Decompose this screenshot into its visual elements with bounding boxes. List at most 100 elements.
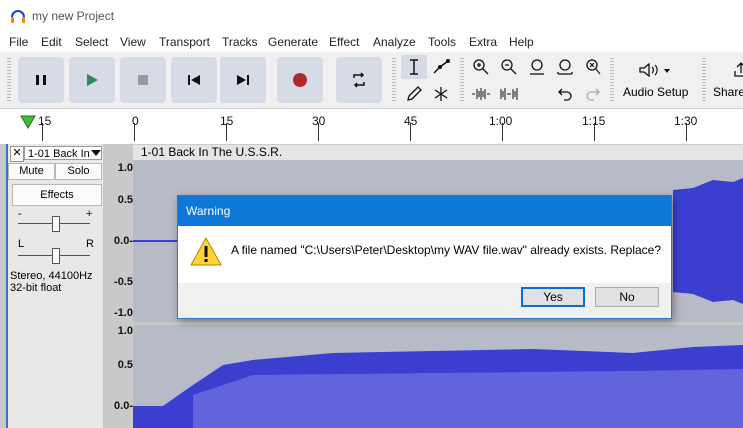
menu-edit[interactable]: Edit: [41, 35, 62, 49]
zoom-fit-icon: [557, 59, 573, 75]
pan-slider-thumb[interactable]: [52, 248, 60, 264]
toolbar-grip[interactable]: [7, 58, 11, 102]
silence-icon: [500, 88, 518, 100]
ruler-tick: [594, 123, 595, 141]
track-control-panel: ✕ 1-01 Back In Mute Solo Effects - + L R…: [6, 144, 103, 428]
ruler-tick: [686, 123, 687, 141]
envelope-tool[interactable]: [428, 55, 454, 79]
zoom-selection-icon: [530, 59, 544, 75]
multi-tool[interactable]: [428, 82, 454, 106]
amplitude-label: 0.5: [117, 194, 133, 206]
menu-generate[interactable]: Generate: [268, 35, 318, 49]
pause-button[interactable]: [18, 57, 64, 103]
menu-extra[interactable]: Extra: [469, 35, 497, 49]
record-button[interactable]: [277, 57, 323, 103]
menu-tracks[interactable]: Tracks: [222, 35, 258, 49]
envelope-icon: [433, 59, 450, 74]
record-icon: [293, 73, 307, 87]
dialog-title[interactable]: Warning: [178, 196, 671, 226]
track-format-rate: Stereo, 44100Hz: [10, 270, 93, 282]
share-label: Share: [713, 85, 743, 99]
stop-icon: [138, 75, 148, 85]
amplitude-label: 0.0-: [114, 235, 133, 247]
trim-icon: [472, 88, 490, 100]
ruler-tick: [502, 123, 503, 141]
amplitude-label: -0.5: [114, 276, 133, 288]
menu-analyze[interactable]: Analyze: [373, 35, 416, 49]
pencil-icon: [407, 86, 422, 101]
zoom-toggle-button[interactable]: [580, 55, 606, 79]
ruler-label: 1:00: [489, 114, 513, 128]
audio-setup-button[interactable]: Audio Setup: [618, 55, 696, 105]
zoom-in-button[interactable]: [468, 55, 494, 79]
zoom-in-icon: [473, 59, 489, 75]
yes-button[interactable]: Yes: [521, 287, 585, 307]
play-head-icon[interactable]: [20, 115, 36, 129]
clip-title-bar[interactable]: 1-01 Back In The U.S.S.R.: [133, 145, 743, 160]
close-track-button[interactable]: ✕: [10, 146, 24, 162]
waveform-channel-right[interactable]: [133, 325, 743, 428]
skip-end-icon: [237, 75, 249, 85]
zoom-out-button[interactable]: [496, 55, 522, 79]
play-button[interactable]: [69, 57, 115, 103]
silence-audio-button[interactable]: [496, 82, 522, 106]
window-title: my new Project: [32, 9, 115, 23]
play-icon: [87, 74, 98, 86]
share-icon: [734, 62, 743, 77]
menu-effect[interactable]: Effect: [329, 35, 359, 49]
effects-button[interactable]: Effects: [12, 184, 102, 206]
amplitude-label: 1.0: [117, 325, 133, 337]
warning-dialog: Warning A file named "C:\Users\Peter\Des…: [177, 195, 672, 319]
ruler-tick: [134, 123, 135, 141]
warning-icon: [190, 236, 222, 266]
fit-project-button[interactable]: [552, 55, 578, 79]
ruler-label: 0: [132, 114, 139, 128]
menu-bar: File Edit Select View Transport Tracks G…: [0, 32, 743, 52]
undo-icon: [558, 88, 572, 101]
toolbar-grip[interactable]: [392, 58, 396, 102]
undo-button[interactable]: [552, 82, 578, 106]
text-cursor-icon: [410, 59, 418, 75]
clip-title: 1-01 Back In The U.S.S.R.: [141, 145, 283, 159]
no-button[interactable]: No: [595, 287, 659, 307]
menu-select[interactable]: Select: [75, 35, 108, 49]
zoom-out-icon: [501, 59, 517, 75]
redo-button[interactable]: [580, 82, 606, 106]
skip-to-end-button[interactable]: [220, 57, 266, 103]
mute-button[interactable]: Mute: [8, 163, 55, 180]
amplitude-label: 1.0: [117, 162, 133, 174]
amplitude-label: 0.5: [117, 359, 133, 371]
selection-tool[interactable]: [401, 55, 427, 79]
amplitude-label: -1.0: [114, 307, 133, 319]
menu-transport[interactable]: Transport: [159, 35, 210, 49]
share-audio-button[interactable]: Share: [710, 55, 743, 105]
track-format-bits: 32-bit float: [10, 282, 62, 294]
amplitude-label: 0.0-: [114, 400, 133, 412]
solo-button[interactable]: Solo: [55, 163, 102, 180]
menu-view[interactable]: View: [120, 35, 146, 49]
track-name: 1-01 Back In: [28, 148, 90, 160]
menu-help[interactable]: Help: [509, 35, 534, 49]
ruler-tick: [226, 123, 227, 141]
toolbar-grip[interactable]: [702, 58, 706, 102]
toolbar-grip[interactable]: [460, 58, 464, 102]
skip-to-start-button[interactable]: [171, 57, 217, 103]
loop-button[interactable]: [336, 57, 382, 103]
fit-selection-button[interactable]: [524, 55, 550, 79]
draw-tool[interactable]: [401, 82, 427, 106]
zoom-toggle-icon: [586, 59, 601, 75]
stop-button[interactable]: [120, 57, 166, 103]
gain-min-label: -: [18, 208, 22, 220]
toolbar-grip[interactable]: [610, 58, 614, 102]
gain-max-label: +: [86, 208, 93, 220]
dialog-body: A file named "C:\Users\Peter\Desktop\my …: [178, 226, 671, 283]
redo-icon: [586, 88, 600, 101]
audacity-logo-icon: [11, 10, 25, 23]
pan-left-label: L: [18, 238, 25, 250]
menu-file[interactable]: File: [9, 35, 28, 49]
timeline-ruler[interactable]: 15 0 15 30 45 1:00 1:15 1:30: [0, 109, 743, 145]
trim-audio-button[interactable]: [468, 82, 494, 106]
waveform-right-graphic: [133, 345, 743, 428]
menu-tools[interactable]: Tools: [428, 35, 456, 49]
gain-slider-thumb[interactable]: [52, 216, 60, 232]
